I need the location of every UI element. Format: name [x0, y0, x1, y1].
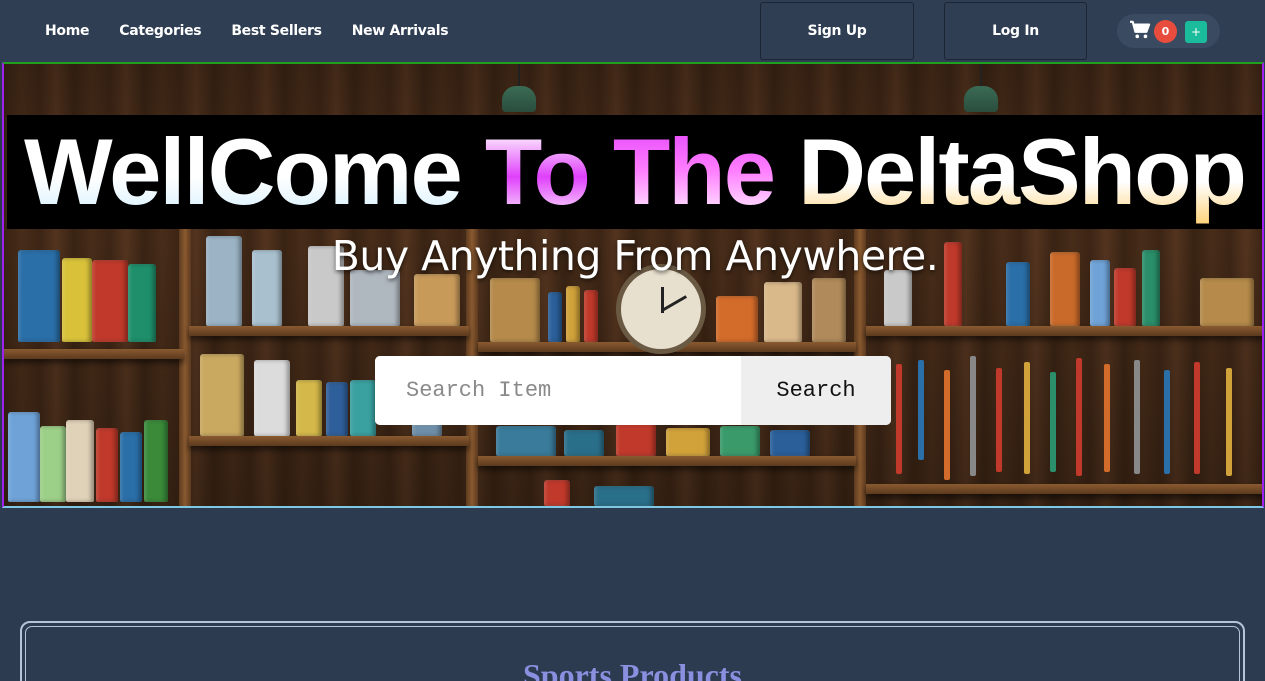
box: [770, 430, 810, 456]
shopping-cart-icon[interactable]: [1129, 20, 1151, 40]
shelf: [4, 349, 184, 359]
cart-count-badge: 0: [1154, 20, 1177, 43]
shelf: [189, 326, 469, 336]
bottle: [40, 426, 66, 502]
tool: [918, 360, 924, 460]
hero-title-word: WellCome: [24, 119, 463, 224]
hero-subtitle: Buy Anything From Anywhere.: [331, 232, 939, 280]
tool: [1226, 368, 1232, 476]
hero-title-word: DeltaShop: [798, 119, 1247, 224]
tool: [944, 370, 950, 480]
cart-widget[interactable]: 0 +: [1117, 14, 1220, 48]
bottle: [326, 382, 348, 436]
tool: [1024, 362, 1030, 474]
jar: [200, 354, 244, 436]
cart-add-button[interactable]: +: [1185, 21, 1207, 43]
search-box: Search: [375, 356, 891, 425]
shelf: [478, 456, 856, 466]
basket: [1200, 278, 1254, 326]
jar: [812, 278, 846, 342]
bottle: [96, 428, 118, 502]
hero-title-band: WellCome To The DeltaShop: [7, 115, 1262, 229]
tool: [1194, 362, 1200, 474]
box: [616, 424, 656, 456]
hero-title-word: The: [612, 119, 776, 224]
nav-link-categories[interactable]: Categories: [104, 23, 216, 39]
bottle: [66, 420, 94, 502]
section-title: Sports Products: [523, 657, 742, 681]
hero-banner: WellCome To The DeltaShop Buy Anything F…: [2, 62, 1264, 508]
bottle: [566, 286, 580, 342]
nav-link-best-sellers[interactable]: Best Sellers: [216, 23, 336, 39]
bottle: [296, 380, 322, 436]
search-input[interactable]: [375, 356, 741, 425]
tool: [970, 356, 976, 476]
box: [496, 426, 556, 456]
lamp-icon: [964, 64, 998, 114]
nav-link-new-arrivals[interactable]: New Arrivals: [337, 23, 464, 39]
basket: [490, 278, 540, 342]
box: [716, 296, 758, 342]
jar: [254, 360, 290, 436]
box: [544, 480, 570, 506]
tool: [1164, 370, 1170, 474]
bottle: [144, 420, 168, 502]
nav-links: Home Categories Best Sellers New Arrival…: [30, 0, 463, 62]
box: [594, 486, 654, 506]
can: [414, 274, 460, 326]
tool: [996, 368, 1002, 472]
nav-link-home[interactable]: Home: [30, 23, 104, 39]
bottle: [120, 432, 142, 502]
shelf: [866, 326, 1262, 336]
shelf: [866, 484, 1262, 494]
hero-title-word: To: [484, 119, 591, 224]
bottle: [584, 290, 598, 342]
top-navbar: Home Categories Best Sellers New Arrival…: [0, 0, 1265, 62]
jar: [764, 282, 802, 342]
box: [666, 428, 710, 456]
lamp-icon: [502, 64, 536, 114]
bottle: [350, 380, 376, 436]
hero-title: WellCome To The DeltaShop: [24, 125, 1247, 219]
search-button[interactable]: Search: [741, 356, 891, 425]
tool: [1134, 360, 1140, 474]
tool: [896, 364, 902, 474]
tool: [1050, 372, 1056, 472]
products-section-card: Sports Products: [20, 621, 1245, 681]
bottle: [548, 292, 562, 342]
tool: [1104, 364, 1110, 472]
box: [720, 426, 760, 456]
sign-up-button[interactable]: Sign Up: [760, 2, 914, 60]
shelf: [189, 436, 469, 446]
box: [564, 430, 604, 456]
tool: [1076, 358, 1082, 476]
bottle: [8, 412, 40, 502]
log-in-button[interactable]: Log In: [944, 2, 1087, 60]
